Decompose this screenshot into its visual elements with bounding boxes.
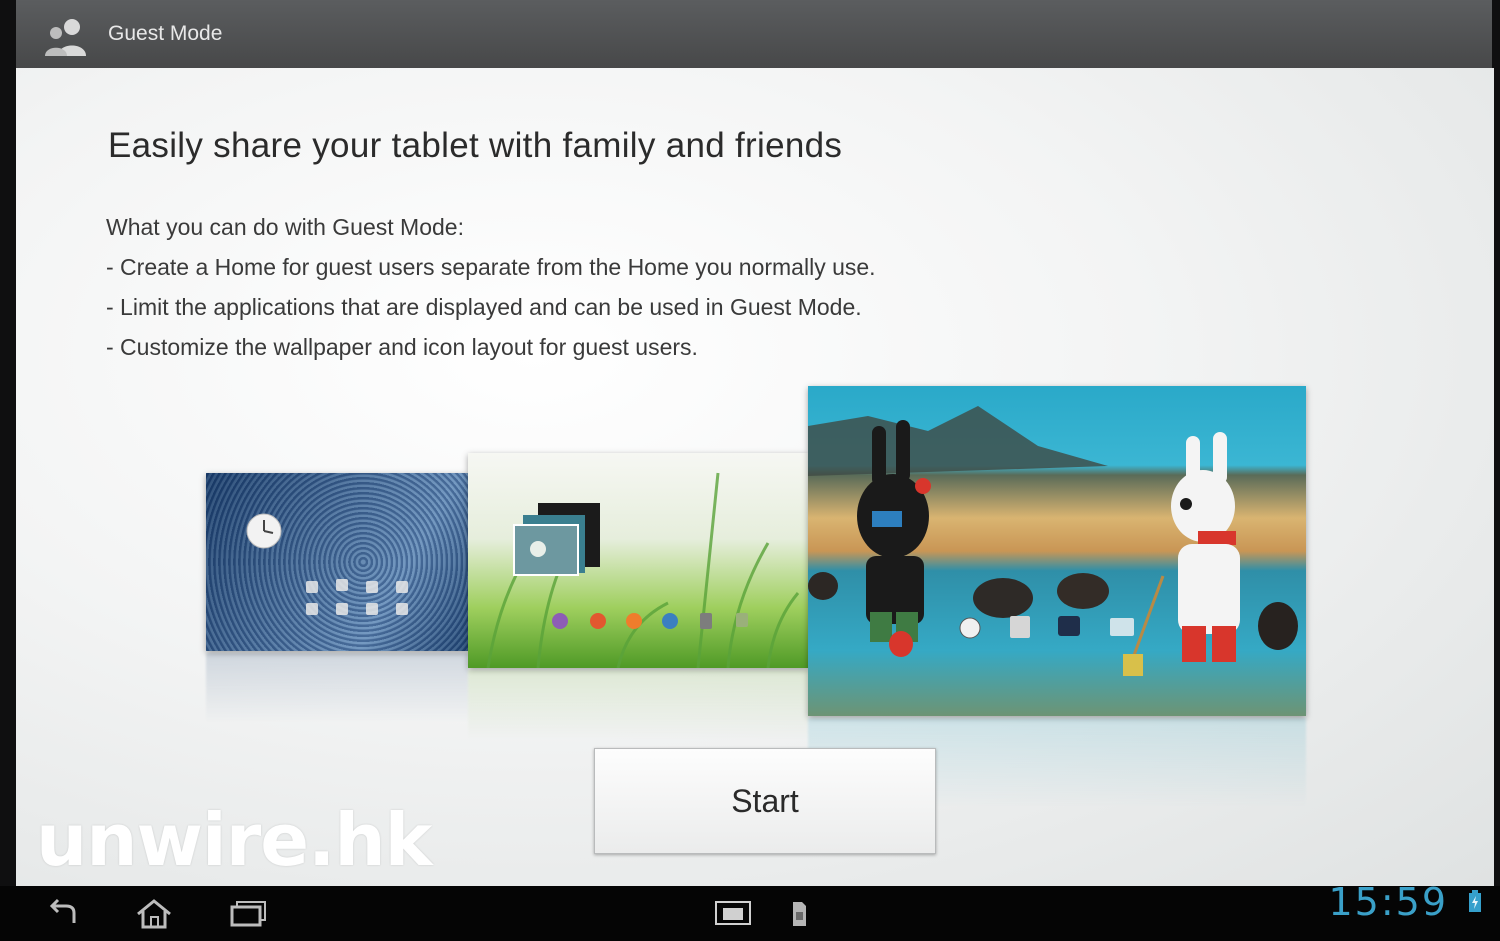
start-button[interactable]: Start — [594, 748, 936, 854]
home-preview-beach — [808, 386, 1306, 716]
recent-apps-icon[interactable] — [228, 898, 268, 928]
feature-list: - Create a Home for guest users separate… — [106, 252, 876, 372]
guest-mode-intro: Easily share your tablet with family and… — [16, 68, 1494, 886]
feature-item: - Customize the wallpaper and icon layou… — [106, 334, 698, 360]
feature-item: - Limit the applications that are displa… — [106, 294, 862, 320]
screenshot-icon[interactable] — [714, 898, 752, 928]
feature-intro: What you can do with Guest Mode: — [106, 214, 464, 240]
status-clock: 15:59 — [1328, 880, 1448, 924]
action-bar-title: Guest Mode — [108, 22, 223, 45]
tablet-screen: Guest Mode Easily share your tablet with… — [0, 0, 1500, 941]
back-icon[interactable] — [44, 898, 84, 928]
preview-reflection — [206, 653, 468, 723]
action-bar: Guest Mode — [16, 0, 1492, 70]
guest-users-icon[interactable] — [42, 16, 90, 58]
grass-wallpaper — [486, 472, 800, 668]
beach-wallpaper — [808, 406, 1298, 676]
sd-card-icon — [793, 902, 806, 926]
battery-icon — [1469, 890, 1481, 912]
home-preview-grass — [468, 453, 808, 668]
system-bar — [0, 886, 1500, 941]
preview-reflection — [468, 670, 808, 740]
home-preview-blue — [206, 473, 468, 651]
page-title: Easily share your tablet with family and… — [108, 126, 843, 165]
clock-widget-icon — [246, 513, 408, 615]
home-icon[interactable] — [134, 898, 174, 930]
feature-item: - Create a Home for guest users separate… — [106, 254, 876, 280]
watermark: unwire.hk — [36, 798, 433, 882]
